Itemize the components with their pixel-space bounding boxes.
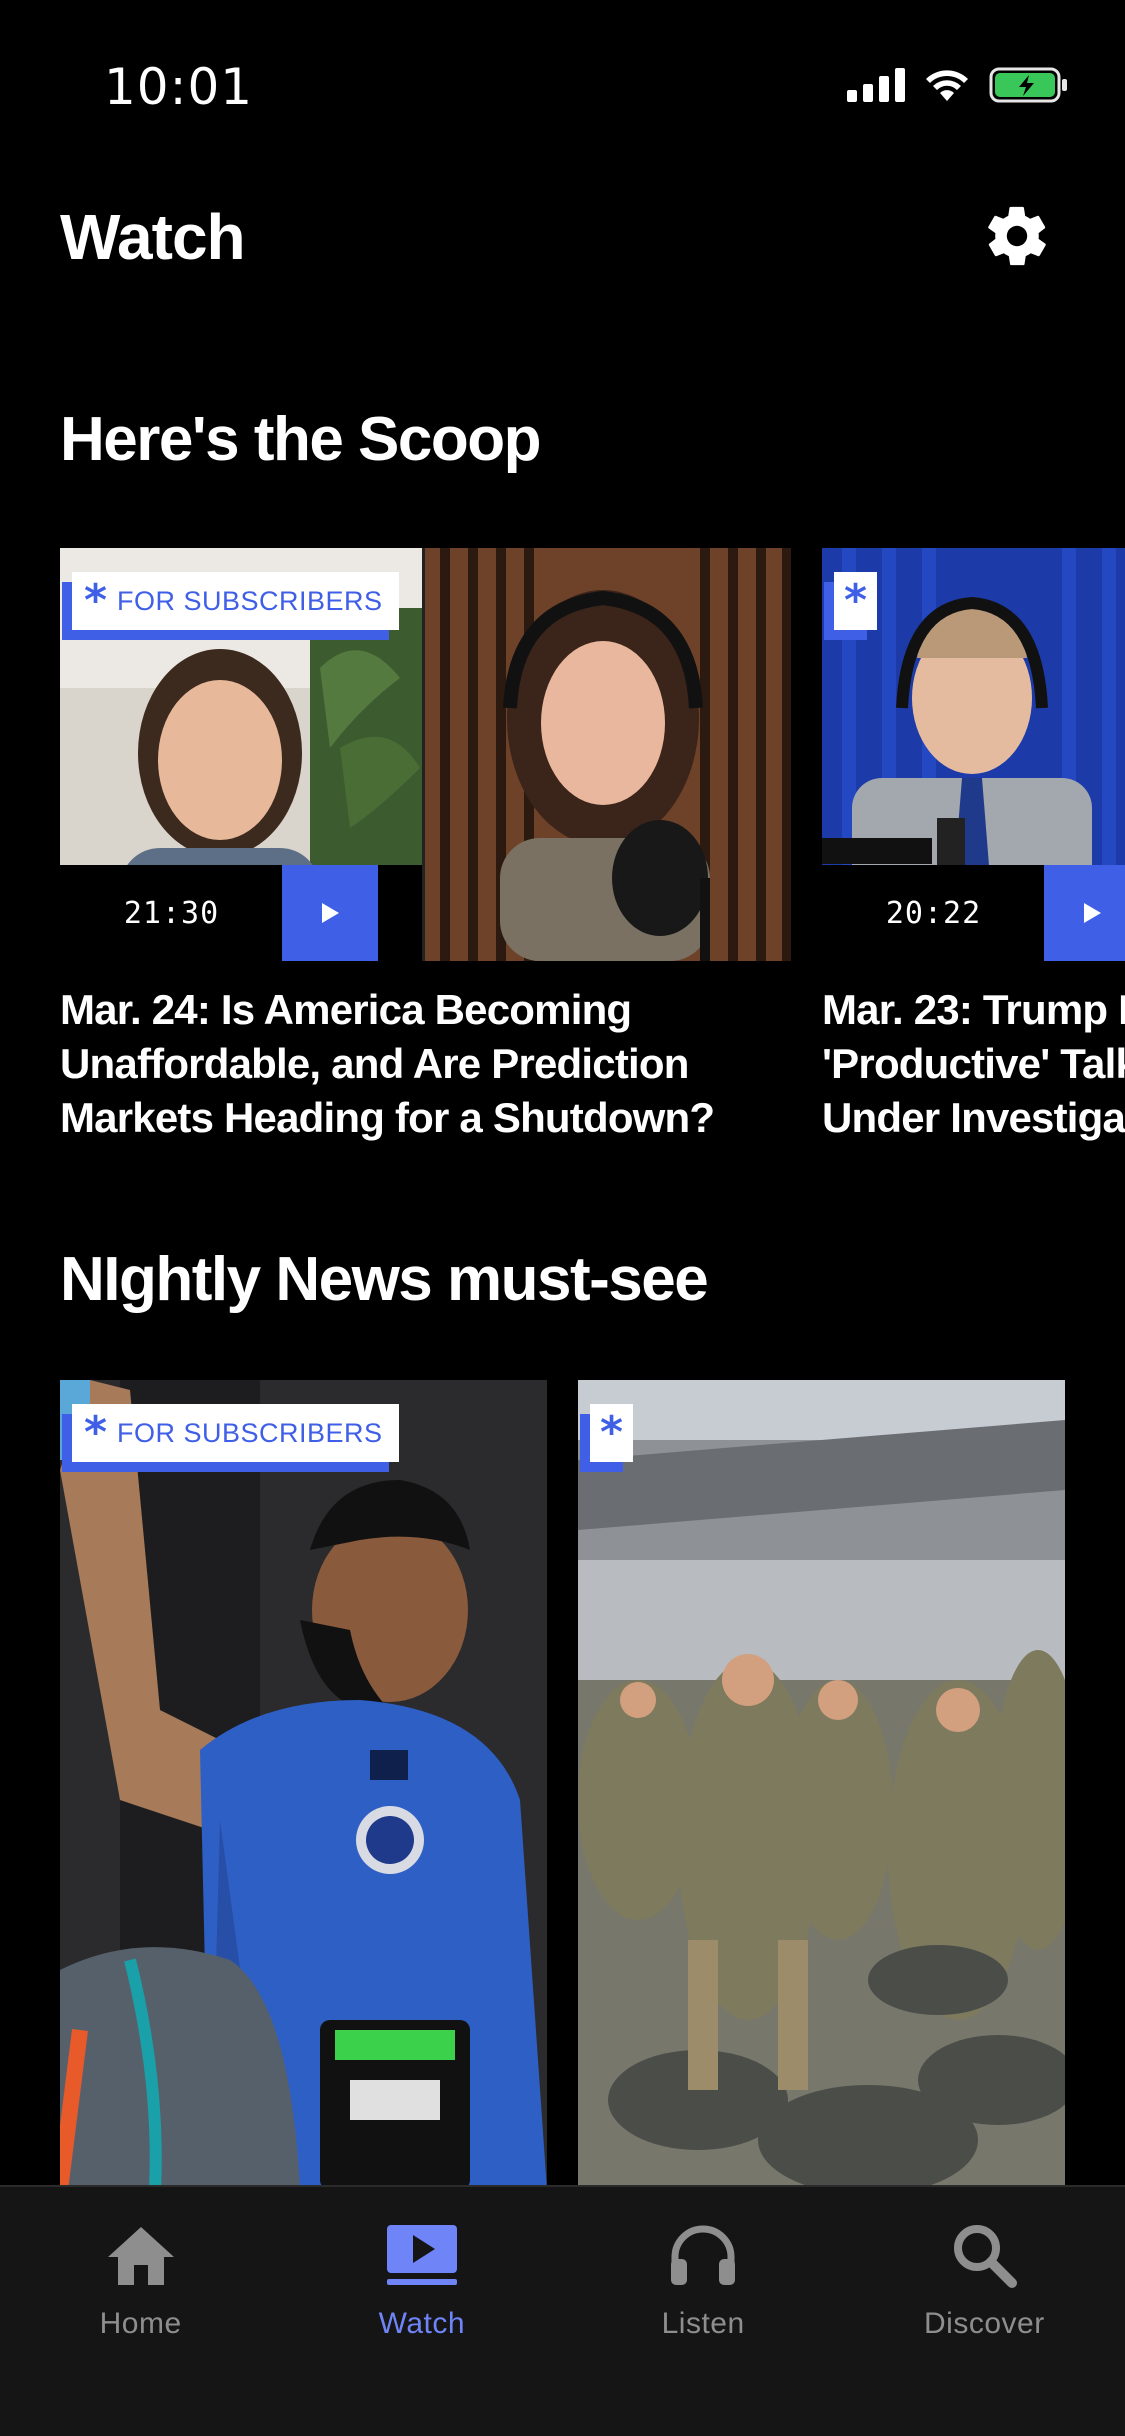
tab-listen[interactable]: Listen [563,2187,844,2436]
section-title-scoop: Here's the Scoop [60,405,542,474]
status-bar: 10:01 [0,0,1125,150]
video-thumbnail: * FOR SUBSCRIBERS 21:30 [60,548,791,961]
play-button[interactable] [282,865,378,961]
asterisk-icon: * [84,1407,108,1458]
headline-line: Mar. 24: Is America Becoming [60,986,632,1033]
tab-label: Discover [924,2307,1045,2340]
headphones-icon [665,2217,741,2293]
headline-line: 'Productive' Talks [822,1040,1125,1087]
headline-line: Unaffordable, and Are Prediction [60,1040,689,1087]
tab-label: Listen [661,2307,745,2340]
section-title-nightly: NIghtly News must-see [60,1245,709,1314]
headline-line: Markets Heading for a Shutdown? [60,1094,715,1141]
badge-label: FOR SUBSCRIBERS [117,585,383,616]
wifi-icon [926,70,968,101]
badge-label: FOR SUBSCRIBERS [117,1417,383,1448]
subscriber-badge: * [590,1404,634,1462]
video-duration: 21:30 [123,895,220,931]
play-icon [322,903,339,923]
battery-charging-icon [989,67,1067,103]
video-play-icon [384,2217,460,2293]
asterisk-icon: * [84,575,108,626]
search-icon [946,2217,1022,2293]
gear-icon [988,206,1046,266]
video-headline[interactable]: Mar. 23: Trump D 'Productive' Talks Unde… [822,983,1125,1145]
tab-home[interactable]: Home [0,2187,281,2436]
asterisk-icon: * [600,1407,624,1458]
scoop-video-card[interactable]: * FOR SUBSCRIBERS 21:30 Mar. 24: Is Amer… [60,548,791,1145]
subscriber-badge: * [834,572,878,630]
tab-discover[interactable]: Discover [844,2187,1125,2436]
page-title: Watch [60,201,246,273]
headline-line: Under Investigati [822,1094,1125,1141]
status-time: 10:01 [104,58,254,116]
tab-bar: Home Watch Listen Discover [0,2185,1125,2436]
video-thumbnail [578,1380,1065,2185]
video-headline[interactable]: Mar. 24: Is America Becoming Unaffordabl… [60,983,791,1145]
tab-label: Watch [378,2307,466,2340]
video-duration: 20:22 [885,895,982,931]
play-button[interactable] [1044,865,1125,961]
tab-label: Home [99,2307,182,2340]
nightly-carousel[interactable]: * FOR SUBSCRIBERS * [60,1380,1125,2185]
settings-button[interactable] [981,200,1053,272]
asterisk-icon: * [844,575,868,626]
headline-line: Mar. 23: Trump D [822,986,1125,1033]
video-thumbnail: * 20:22 [822,548,1125,961]
home-icon [103,2217,179,2293]
subscriber-badge: * FOR SUBSCRIBERS [72,572,399,630]
status-icons [847,66,1069,104]
scoop-video-card[interactable]: * 20:22 Mar. 23: Trump D 'Productive' Ta… [822,548,1125,1145]
subscriber-badge: * FOR SUBSCRIBERS [72,1404,399,1462]
video-thumbnail [60,1380,547,2185]
play-icon [1084,903,1101,923]
nightly-video-card[interactable]: * [578,1380,1065,2185]
cellular-signal-icon [847,68,905,102]
scoop-carousel[interactable]: * FOR SUBSCRIBERS 21:30 Mar. 24: Is Amer… [60,548,1125,1148]
tab-watch[interactable]: Watch [281,2187,562,2436]
nightly-video-card[interactable]: * FOR SUBSCRIBERS [60,1380,547,2185]
